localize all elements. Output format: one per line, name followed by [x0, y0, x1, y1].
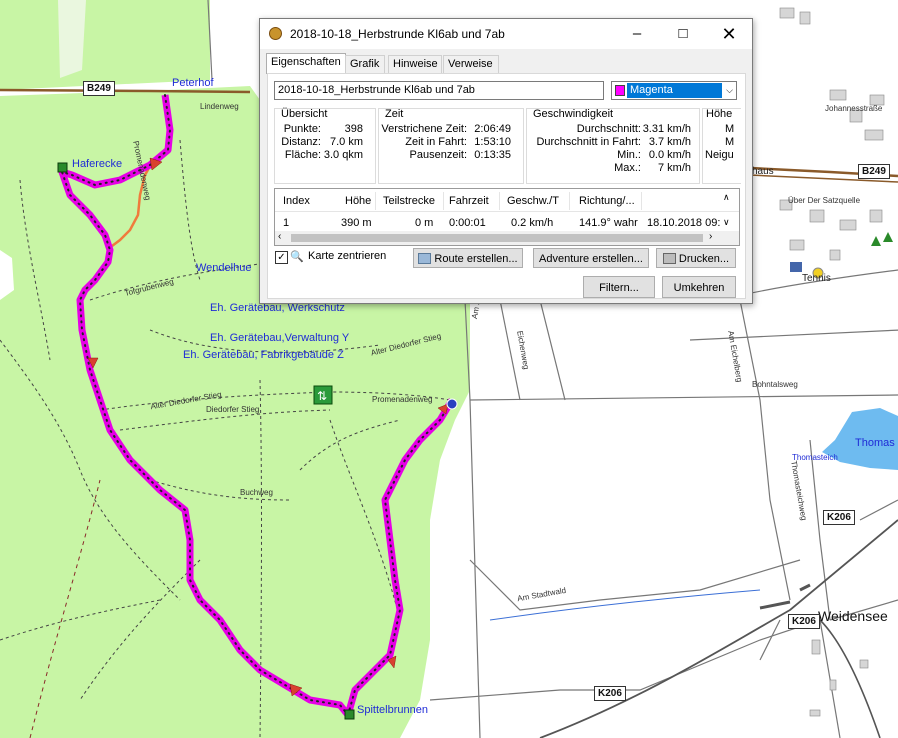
- tab-grafik[interactable]: Grafik: [345, 55, 385, 73]
- map-label-peterhof: Peterhof: [172, 77, 214, 89]
- speed-title: Geschwindigkeit: [533, 108, 614, 120]
- color-select-value: Magenta: [627, 83, 722, 98]
- color-swatch: [615, 85, 625, 96]
- reverse-button[interactable]: Umkehren: [662, 276, 736, 298]
- tab-hinweise[interactable]: Hinweise: [388, 55, 442, 73]
- map-label-weidensee: Weidensee: [818, 608, 888, 624]
- map-label-haus: haus: [752, 166, 774, 177]
- scroll-right-icon[interactable]: ›: [709, 231, 712, 242]
- column-header[interactable]: Richtung/...: [579, 195, 635, 207]
- road-shield-k206-bottom: K206: [594, 686, 626, 701]
- time-row: Verstrichene Zeit: 2:06:49: [381, 123, 511, 135]
- printer-icon: [662, 253, 676, 264]
- tab-verweise[interactable]: Verweise: [443, 55, 499, 73]
- chevron-down-icon[interactable]: ⌵: [726, 82, 733, 99]
- map-label-geraetebau-fabrik: Eh. Gerätebau, Fabrikgebäude Z: [183, 349, 344, 361]
- column-header[interactable]: Fahrzeit: [449, 195, 489, 207]
- track-properties-dialog: 2018-10-18_Herbstrunde Kl6ab und 7ab – □…: [259, 18, 753, 304]
- speed-row: Durchschnitt: 3.31 km/h: [576, 123, 691, 135]
- map-label-johannesstrasse: Johannesstraße: [825, 104, 883, 113]
- tab-eigenschaften[interactable]: Eigenschaften: [266, 53, 346, 74]
- map-label-thomas: Thomas: [855, 437, 895, 449]
- map-label-buchweg: Buchweg: [240, 488, 273, 497]
- time-group: Zeit Verstrichene Zeit: 2:06:49 Zeit in F…: [378, 108, 524, 184]
- column-header[interactable]: Teilstrecke: [383, 195, 435, 207]
- dialog-title: 2018-10-18_Herbstrunde Kl6ab und 7ab: [290, 27, 505, 41]
- app-icon: [269, 27, 282, 40]
- scroll-left-icon[interactable]: ‹: [278, 231, 281, 242]
- scroll-up-icon[interactable]: ∧: [723, 192, 730, 203]
- overview-row: Distanz: 7.0 km: [281, 136, 363, 148]
- filter-button[interactable]: Filtern...: [583, 276, 655, 298]
- height-row: M: [725, 123, 735, 135]
- horizontal-scrollbar[interactable]: ‹ ›: [275, 231, 739, 245]
- svg-text:⇅: ⇅: [317, 389, 327, 403]
- map-label-diedorfer-stieg: Diedorfer Stieg: [206, 405, 260, 414]
- map-label-ueber-der-satzquelle: Über Der Satzquelle: [788, 196, 861, 205]
- route-icon: [418, 253, 432, 264]
- overview-row: Fläche: 3.0 qkm: [284, 149, 363, 161]
- map-label-thomasteich: Thomasteich: [792, 453, 838, 462]
- column-header[interactable]: Index: [283, 195, 310, 207]
- clearing: [58, 0, 86, 78]
- speed-group: Geschwindigkeit Durchschnitt: 3.31 km/h D…: [526, 108, 700, 184]
- map-label-tennis: Tennis: [802, 273, 831, 284]
- road-shield-b249: B249: [83, 81, 115, 96]
- camera-icon: [790, 262, 802, 272]
- map-label-bohntalsweg: Bohntalsweg: [752, 380, 798, 389]
- road-shield-b249-east: B249: [858, 164, 890, 179]
- magnifier-icon: 🔍: [290, 251, 304, 263]
- map-label-haferecke: Haferecke: [72, 158, 123, 170]
- height-row: M: [725, 136, 735, 148]
- map-label-geraetebau-verwaltung: Eh. Gerätebau,Verwaltung Y: [210, 332, 350, 344]
- height-title: Höhe: [706, 108, 733, 120]
- center-map-label[interactable]: Karte zentrieren: [308, 250, 386, 262]
- create-route-button[interactable]: Route erstellen...: [413, 248, 523, 268]
- overview-row: Punkte: 398: [283, 123, 363, 135]
- overview-title: Übersicht: [281, 108, 328, 120]
- speed-row: Max.: 7 km/h: [614, 162, 691, 174]
- column-header[interactable]: Geschw./T: [507, 195, 559, 207]
- track-name-input[interactable]: 2018-10-18_Herbstrunde Kl6ab und 7ab: [274, 81, 604, 100]
- scrollbar-thumb[interactable]: [291, 234, 703, 242]
- time-row: Zeit in Fahrt: 1:53:10: [405, 136, 511, 148]
- time-row: Pausenzeit: 0:13:35: [409, 149, 511, 161]
- column-header[interactable]: Höhe: [345, 195, 371, 207]
- map-label-lindenweg: Lindenweg: [200, 102, 239, 111]
- maximize-icon[interactable]: □: [660, 19, 706, 49]
- speed-row: Durchschnitt in Fahrt: 3.7 km/h: [536, 136, 691, 148]
- poi-spittelbrunnen-flag: [344, 709, 355, 720]
- print-button[interactable]: Drucken...: [656, 248, 736, 268]
- speed-row: Min.: 0.0 km/h: [617, 149, 691, 161]
- poi-start-icon: [446, 398, 458, 410]
- properties-pane: 2018-10-18_Herbstrunde Kl6ab und 7ab Mag…: [267, 73, 746, 299]
- road-shield-k206-mid: K206: [788, 614, 820, 629]
- center-map-checkbox[interactable]: ✓: [275, 251, 288, 264]
- map-label-promenadenweg: Promenadenweg: [372, 395, 433, 404]
- overview-group: Übersicht Punkte: 398 Distanz: 7.0 km Fläc…: [274, 108, 376, 184]
- map-label-wendelhue: Wendelhue: [196, 262, 252, 274]
- close-icon[interactable]: ✕: [706, 19, 752, 49]
- height-group: Höhe M M Neigu: [702, 108, 741, 184]
- create-adventure-button[interactable]: Adventure erstellen...: [533, 248, 649, 268]
- minimize-icon[interactable]: –: [614, 19, 660, 49]
- trackpoints-table[interactable]: Index Höhe Teilstrecke Fahrzeit Geschw./…: [274, 188, 740, 246]
- map-label-spittelbrunnen: Spittelbrunnen: [357, 704, 428, 716]
- height-row: Neigu: [705, 149, 734, 161]
- time-title: Zeit: [385, 108, 404, 120]
- poi-haferecke-flag: [57, 162, 68, 173]
- color-select[interactable]: Magenta ⌵: [611, 81, 737, 100]
- scroll-down-icon[interactable]: ∨: [723, 217, 730, 228]
- dialog-titlebar[interactable]: 2018-10-18_Herbstrunde Kl6ab und 7ab – □…: [260, 19, 752, 49]
- road-shield-k206: K206: [823, 510, 855, 525]
